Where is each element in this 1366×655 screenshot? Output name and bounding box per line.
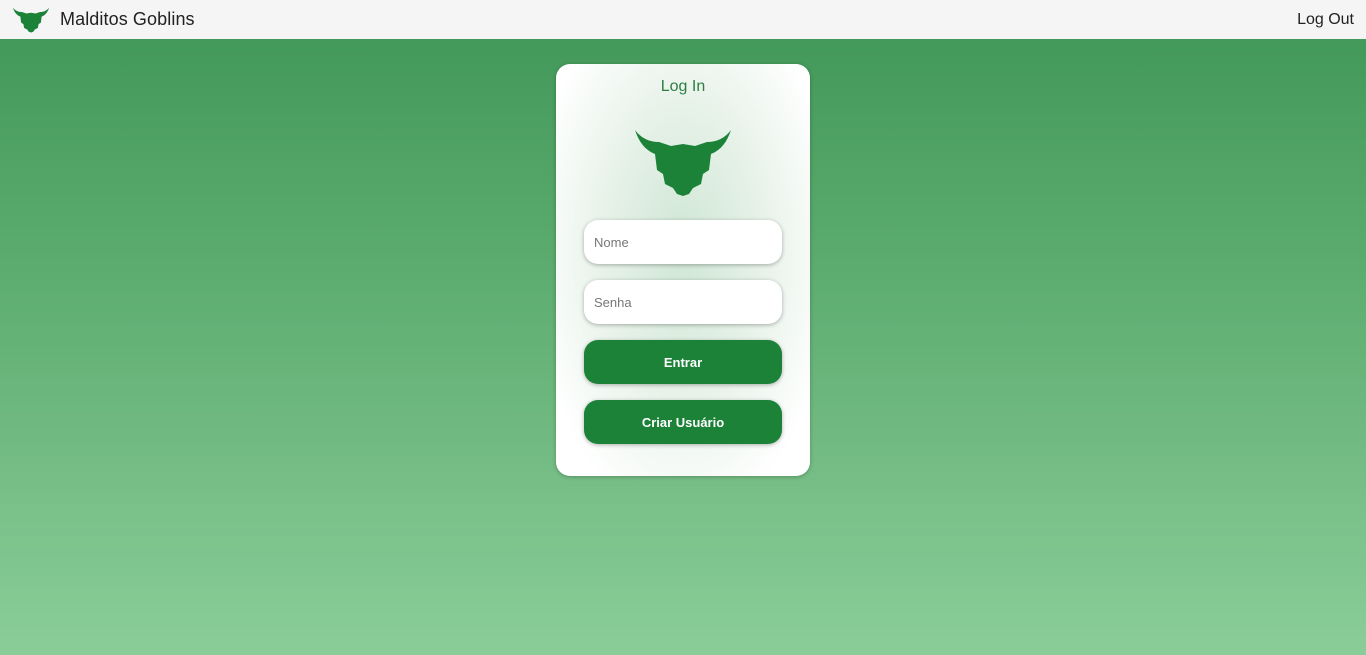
goblin-head-icon	[12, 6, 50, 33]
top-navbar: Malditos Goblins Log Out	[0, 0, 1366, 39]
login-card: Log In Entrar Criar Usuário	[556, 64, 810, 476]
create-user-button[interactable]: Criar Usuário	[584, 400, 782, 444]
logout-link[interactable]: Log Out	[1297, 0, 1354, 39]
goblin-head-icon	[635, 130, 731, 196]
name-input[interactable]	[584, 220, 782, 264]
password-input[interactable]	[584, 280, 782, 324]
app-title: Malditos Goblins	[60, 9, 195, 29]
brand[interactable]: Malditos Goblins	[12, 0, 195, 39]
login-title: Log In	[660, 78, 706, 95]
enter-button[interactable]: Entrar	[584, 340, 782, 384]
